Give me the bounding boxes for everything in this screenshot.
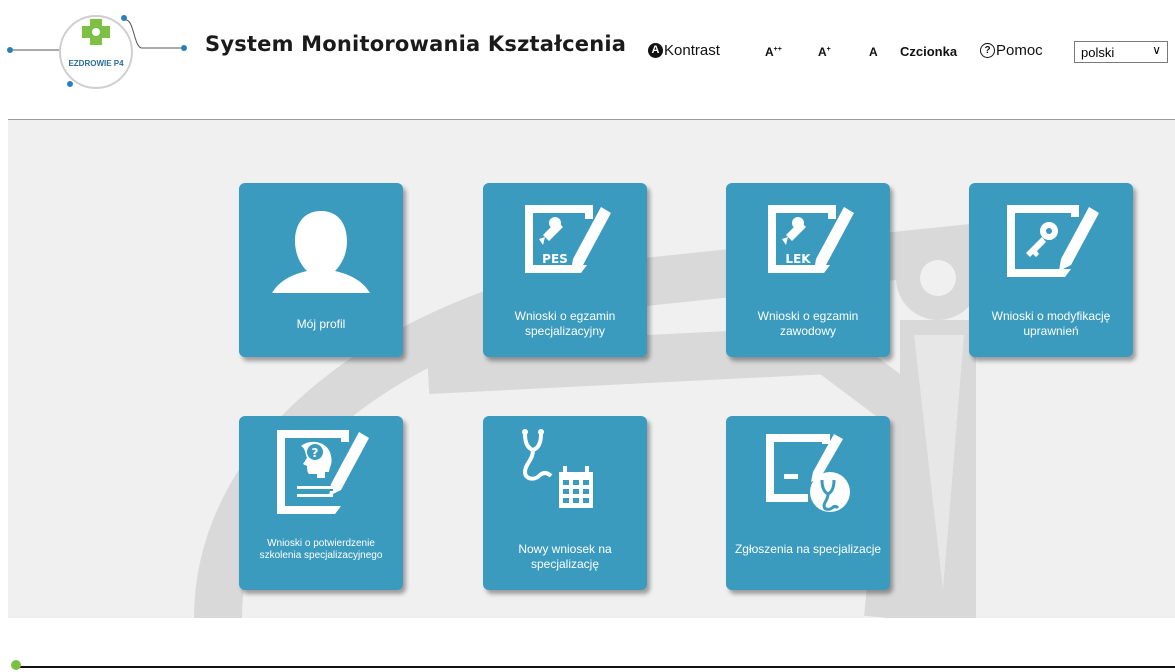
language-value: polski: [1081, 45, 1115, 60]
font-size-large-button[interactable]: A++: [765, 45, 782, 59]
help-icon: ?: [980, 43, 995, 58]
header: EZDROWIE P4 System Monitorowania Kształc…: [0, 0, 1175, 120]
tile-specialization-applications[interactable]: Zgłoszenia na specjalizacje: [726, 416, 890, 590]
help-link[interactable]: ? Pomoc: [980, 42, 1043, 59]
ezdrowie-logo[interactable]: EZDROWIE P4: [6, 12, 190, 92]
head-question-form-icon: ?: [277, 430, 369, 514]
page-title: System Monitorowania Kształcenia: [205, 32, 627, 56]
help-label: Pomoc: [996, 42, 1043, 59]
tile-label: Mój profil: [296, 317, 346, 331]
tile-label: Wnioski o egzamin specjalizacyjny: [514, 309, 616, 338]
tile-label: Nowy wniosek na specjalizację: [518, 542, 612, 571]
font-medium-glyph: A: [818, 45, 827, 59]
font-large-glyph: A: [765, 45, 774, 59]
dashboard-panel: Mój profil PES Wnioski o egzamin specjal…: [8, 120, 1175, 618]
stethoscope-calendar-icon: [522, 429, 593, 508]
contrast-label: Kontrast: [664, 42, 720, 59]
tile-professional-exam[interactable]: LEK Wnioski o egzamin zawodowy: [726, 183, 890, 357]
logo-text: EZDROWIE P4: [68, 59, 124, 68]
tile-permissions-modification[interactable]: Wnioski o modyfikację uprawnień: [969, 183, 1133, 357]
chevron-down-icon: ∨: [1152, 43, 1161, 57]
tile-my-profile[interactable]: Mój profil: [239, 183, 403, 357]
font-size-medium-button[interactable]: A+: [818, 45, 831, 59]
lek-form-icon: LEK: [768, 205, 854, 273]
tile-specialization-exam[interactable]: PES Wnioski o egzamin specjalizacyjny: [483, 183, 647, 357]
question-mark-badge: ?: [312, 446, 319, 460]
contrast-toggle[interactable]: A Kontrast: [648, 42, 720, 59]
language-select[interactable]: polski ∨: [1074, 41, 1168, 63]
footer-divider: [14, 666, 1175, 668]
key-form-icon: [1007, 205, 1099, 277]
contrast-icon: A: [648, 43, 663, 58]
font-size-normal-button[interactable]: A: [869, 45, 878, 59]
footer-dot: [11, 660, 21, 670]
tile-label: Wnioski o modyfikację uprawnień: [991, 309, 1111, 338]
tile-label: Zgłoszenia na specjalizacje: [734, 542, 882, 556]
tile-label: Wnioski o egzamin zawodowy: [757, 309, 859, 338]
font-label: Czcionka: [900, 44, 958, 59]
font-large-sup: ++: [773, 46, 782, 53]
font-medium-sup: +: [826, 46, 831, 53]
user-silhouette-icon: [272, 211, 370, 293]
font-normal-glyph: A: [869, 45, 878, 59]
lek-badge: LEK: [785, 252, 811, 266]
pes-form-icon: PES: [525, 205, 611, 273]
pes-badge: PES: [542, 252, 568, 266]
tile-training-confirmation[interactable]: ? Wnioski o potwierdzenie szkolenia spec…: [239, 416, 403, 590]
tile-new-specialization-request[interactable]: Nowy wniosek na specjalizację: [483, 416, 647, 590]
tile-label: Wnioski o potwierdzenie szkolenia specja…: [259, 538, 383, 561]
form-stethoscope-icon: [766, 434, 850, 512]
